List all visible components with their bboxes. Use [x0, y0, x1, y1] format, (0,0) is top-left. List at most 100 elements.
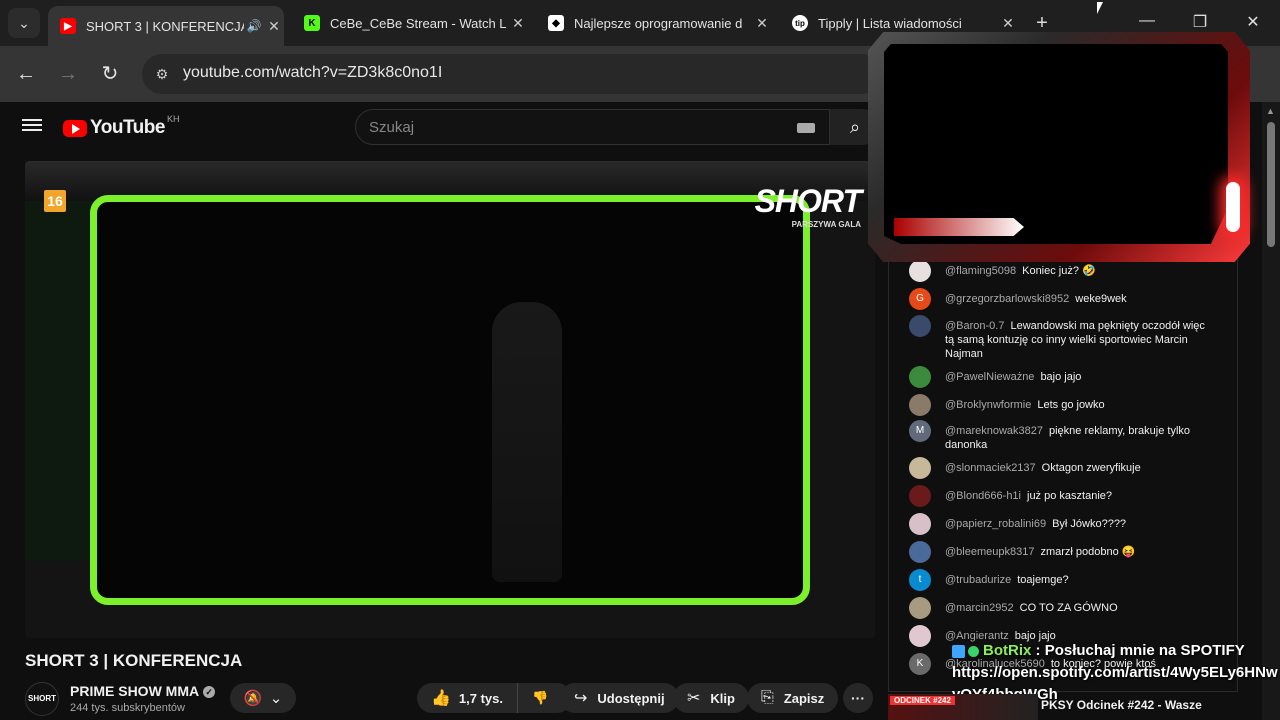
video-title: SHORT 3 | KONFERENCJA — [25, 651, 243, 670]
thumb-down-icon: 👎 — [532, 690, 549, 705]
chat-message: @slonmaciek2137 Oktagon zweryfikuje — [909, 457, 1209, 479]
age-rating-badge: 16 — [44, 190, 66, 212]
chat-author[interactable]: @Baron-0.7 — [945, 320, 1004, 332]
close-tab-icon[interactable]: ✕ — [752, 15, 772, 32]
close-tab-icon[interactable]: ✕ — [508, 15, 528, 32]
bot-badge-icon — [952, 644, 965, 658]
keyboard-icon[interactable] — [797, 123, 815, 133]
chat-avatar[interactable] — [909, 625, 931, 647]
chat-author[interactable]: @flaming5098 — [945, 265, 1016, 277]
tab-title: Najlepsze oprogramowanie d — [574, 15, 743, 31]
bell-off-icon: 🔕 — [243, 690, 263, 707]
chat-message: @Broklynwformie Lets go jowko — [909, 394, 1209, 416]
chat-avatar[interactable] — [909, 394, 931, 416]
chat-author[interactable]: @grzegorzbarlowski8952 — [945, 293, 1069, 305]
address-bar[interactable]: ⚙ youtube.com/watch?v=ZD3k8c0no1I — [142, 54, 882, 94]
chat-message: t @trubadurize toajemge? — [909, 569, 1209, 591]
chat-message: @flaming5098 Koniec już? 🤣 — [909, 260, 1209, 282]
chat-author[interactable]: @Blond666-h1i — [945, 490, 1021, 502]
webcam-frame-glow — [1226, 182, 1240, 232]
close-tab-icon[interactable]: ✕ — [264, 18, 284, 35]
bot-message: Posłuchaj mnie na SPOTIFY — [1044, 642, 1245, 659]
chat-avatar[interactable] — [909, 457, 931, 479]
clip-label: Klip — [710, 690, 735, 706]
event-brand-logo: SHORT PARSZYWA GALA — [754, 183, 862, 229]
chat-message: M @mareknowak3827 piękne reklamy, brakuje… — [909, 420, 1209, 452]
tab-youtube[interactable]: ▶ SHORT 3 | KONFERENCJA 🔊 ✕ — [48, 6, 284, 46]
tipply-icon: tip — [792, 15, 808, 31]
chat-author[interactable]: @slonmaciek2137 — [945, 462, 1036, 474]
country-code: KH — [166, 114, 180, 124]
recommended-thumbnail[interactable]: ODCINEK #242 — [888, 694, 1038, 720]
video-player[interactable]: 16 SHORT PARSZYWA GALA — [25, 161, 875, 638]
menu-icon[interactable] — [22, 116, 42, 136]
chat-avatar[interactable] — [909, 485, 931, 507]
search-input[interactable]: Szukaj — [355, 109, 830, 145]
chat-avatar[interactable]: M — [909, 420, 931, 442]
tab-search-button[interactable]: ⌄ — [8, 8, 40, 38]
chat-message: G @grzegorzbarlowski8952 weke9wek — [909, 288, 1209, 310]
tab-software[interactable]: ◆ Najlepsze oprogramowanie d ✕ — [536, 6, 772, 40]
more-actions-button[interactable]: ··· — [843, 683, 873, 713]
chat-message: @Baron-0.7 Lewandowski ma pęknięty oczodó… — [909, 315, 1209, 361]
kick-icon: K — [304, 15, 320, 31]
page-scrollbar[interactable]: ▲ — [1262, 102, 1280, 720]
close-window-icon[interactable]: ✕ — [1238, 12, 1268, 32]
channel-name[interactable]: PRIME SHOW MMA ✓ — [70, 683, 216, 699]
webcam-feed — [884, 44, 1228, 244]
back-arrow-icon[interactable]: ← — [12, 60, 40, 88]
chat-author[interactable]: @bleemeupk8317 — [945, 546, 1034, 558]
clip-button[interactable]: ✂ Klip — [673, 683, 749, 713]
chat-avatar[interactable] — [909, 366, 931, 388]
minimize-icon[interactable]: — — [1132, 12, 1162, 30]
forward-arrow-icon[interactable]: → — [54, 60, 82, 88]
chat-avatar[interactable] — [909, 260, 931, 282]
youtube-masthead: YouTube KH Szukaj ⌕ — [0, 102, 880, 152]
youtube-logo[interactable]: YouTube KH — [63, 114, 180, 139]
bookmark-icon: ⎘ — [761, 689, 774, 706]
channel-avatar[interactable]: SHORT — [25, 682, 59, 716]
chat-text: Oktagon zweryfikuje — [1041, 462, 1141, 474]
tab-title: Tipply | Lista wiadomości — [818, 15, 962, 31]
chat-avatar[interactable] — [909, 513, 931, 535]
chat-author[interactable]: @trubadurize — [945, 574, 1011, 586]
like-button[interactable]: 👍 1,7 tys. — [417, 683, 519, 713]
logo-text: YouTube — [90, 117, 165, 138]
restore-icon[interactable]: ❐ — [1185, 12, 1215, 32]
notification-bell-button[interactable]: 🔕 ⌄ — [230, 683, 296, 713]
scissors-icon: ✂ — [687, 690, 701, 707]
save-button[interactable]: ⎘ Zapisz — [747, 683, 839, 713]
chat-avatar[interactable] — [909, 541, 931, 563]
share-button[interactable]: ↪ Udostępnij — [560, 683, 679, 713]
subscriber-count: 244 tys. subskrybentów — [70, 702, 185, 714]
site-settings-icon[interactable]: ⚙ — [152, 64, 172, 84]
webcam-frame-accent — [894, 218, 1024, 236]
channel-name-text: PRIME SHOW MMA — [70, 683, 200, 699]
scroll-up-icon[interactable]: ▲ — [1266, 106, 1275, 116]
chat-avatar[interactable]: t — [909, 569, 931, 591]
chat-avatar[interactable]: G — [909, 288, 931, 310]
chat-author[interactable]: @PawelNieważne — [945, 371, 1034, 383]
chat-text: zmarzł podobno 😝 — [1040, 546, 1136, 558]
chat-author[interactable]: @marcin2952 — [945, 602, 1014, 614]
tab-kick[interactable]: K CeBe_CeBe Stream - Watch L ✕ — [292, 6, 528, 40]
speaker-icon[interactable]: 🔊 — [244, 19, 264, 33]
new-tab-icon[interactable]: + — [1030, 12, 1054, 34]
scrollbar-thumb[interactable] — [1267, 122, 1275, 247]
thumb-up-icon: 👍 — [431, 690, 451, 707]
brand-title: SHORT — [754, 183, 862, 219]
chat-author[interactable]: @mareknowak3827 — [945, 425, 1043, 437]
chat-text: CO TO ZA GÓWNO — [1019, 602, 1118, 614]
reload-icon[interactable]: ↻ — [96, 60, 124, 88]
recommended-title[interactable]: PKSY Odcinek #242 - Wasze — [1041, 698, 1202, 712]
chat-avatar[interactable]: K — [909, 653, 931, 675]
chat-avatar[interactable] — [909, 315, 931, 337]
close-tab-icon[interactable]: ✕ — [998, 15, 1018, 32]
chat-message: @bleemeupk8317 zmarzł podobno 😝 — [909, 541, 1209, 563]
chat-author[interactable]: @Broklynwformie — [945, 399, 1031, 411]
dislike-button[interactable]: 👎 — [518, 683, 562, 713]
share-label: Udostępnij — [597, 690, 665, 706]
chat-author[interactable]: @papierz_robalini69 — [945, 518, 1046, 530]
chat-avatar[interactable] — [909, 597, 931, 619]
verified-icon: ✓ — [203, 686, 216, 699]
